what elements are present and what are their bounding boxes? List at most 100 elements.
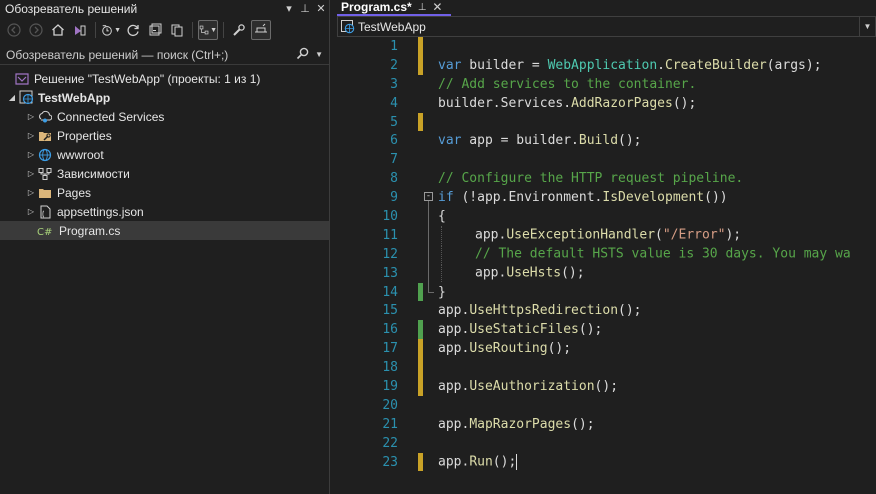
tab-program-cs[interactable]: Program.cs* ⊥ ✕ [337,0,447,14]
collapse-region-icon[interactable]: - [424,192,433,202]
window-position-dropdown-icon[interactable]: ▾ [281,2,297,15]
code-line[interactable]: 20 [337,396,876,415]
search-options-dropdown-icon[interactable]: ▼ [315,50,323,59]
collapsed-arrow-icon[interactable]: ▷ [25,150,37,159]
show-all-files-icon[interactable] [167,20,187,40]
outlining-margin [423,377,435,396]
code-line[interactable]: 4 builder.Services.AddRazorPages(); [337,94,876,113]
code-line[interactable]: 15 app.UseHttpsRedirection(); [337,301,876,320]
code-text: if (!app.Environment.IsDevelopment()) [435,190,728,205]
code-line[interactable]: 12 // The default HSTS value is 30 days. … [337,244,876,264]
code-line[interactable]: 21 app.MapRazorPages(); [337,415,876,434]
outlining-margin[interactable]: - [423,188,435,208]
search-icon[interactable] [296,47,309,63]
code-line[interactable]: 16 app.UseStaticFiles(); [337,320,876,340]
tree-item-dependencies[interactable]: ▷ Зависимости [0,164,329,183]
code-line[interactable]: 1 [337,37,876,56]
preview-selected-items-icon[interactable] [251,20,271,40]
tree-item-wwwroot[interactable]: ▷ wwwroot [0,145,329,164]
code-token: ); [725,227,742,243]
collapsed-arrow-icon[interactable]: ▷ [25,169,37,178]
tree-item-connected-services[interactable]: ▷ Connected Services [0,107,329,126]
project-navigation-dropdown[interactable]: TestWebApp ▼ [337,16,876,37]
solution-explorer-search-input[interactable]: Обозреватель решений — поиск (Ctrl+;) ▼ [0,45,329,65]
switch-views-icon[interactable] [70,20,90,40]
collapsed-arrow-icon[interactable]: ▷ [25,131,37,140]
code-line[interactable]: 5 [337,112,876,132]
toolbar-separator [192,22,193,38]
close-icon[interactable]: ✕ [313,2,329,15]
tab-close-icon[interactable]: ✕ [432,0,442,14]
outlining-margin [423,339,435,358]
code-text: app.UseHsts(); [435,264,585,283]
code-line[interactable]: 23 app.Run(); [337,452,876,472]
code-token: AddRazorPages [571,95,673,111]
code-line[interactable]: 19 app.UseAuthorization(); [337,377,876,396]
tree-item-solution[interactable]: Решение "TestWebApp" (проекты: 1 из 1) [0,69,329,88]
code-token: . [657,57,665,73]
code-token: builder.Services. [438,95,572,111]
code-token: app. [438,454,470,470]
tree-item-program-cs[interactable]: C# Program.cs [0,221,329,240]
code-text: var builder = WebApplication.CreateBuild… [435,58,822,73]
properties-wrench-icon[interactable] [229,20,249,40]
back-icon[interactable] [4,20,24,40]
code-line[interactable]: 7 [337,150,876,169]
collapse-all-icon[interactable] [145,20,165,40]
code-line[interactable]: 22 [337,434,876,453]
code-line[interactable]: 10 { [337,207,876,226]
collapsed-arrow-icon[interactable]: ▷ [25,207,37,216]
line-number: 8 [390,171,398,187]
code-area[interactable]: 1 2 var builder = WebApplication.CreateBui… [337,37,876,494]
code-line[interactable]: 3 // Add services to the container. [337,75,876,94]
outlining-margin [423,434,435,453]
tree-item-label: TestWebApp [38,90,111,105]
code-line[interactable]: 13 app.UseHsts(); [337,263,876,283]
code-token: (); [561,265,585,281]
tree-item-appsettings[interactable]: ▷ appsettings.json [0,202,329,221]
web-project-icon [341,19,355,34]
line-number: 21 [382,416,398,432]
code-token: // Add services to the container. [438,76,697,92]
code-line[interactable]: 11 app.UseExceptionHandler("/Error"); [337,225,876,245]
outlining-margin [423,131,435,150]
collapsed-arrow-icon[interactable]: ▷ [25,112,37,121]
code-token: app. [438,322,470,338]
code-token: ( [655,227,663,243]
web-project-icon [18,90,34,106]
code-line[interactable]: 2 var builder = WebApplication.CreateBuil… [337,55,876,75]
code-line[interactable]: 18 [337,358,876,378]
code-line[interactable]: 8 // Configure the HTTP request pipeline. [337,169,876,188]
code-line[interactable]: 9 - if (!app.Environment.IsDevelopment()) [337,188,876,208]
code-token: if [438,190,454,206]
code-token: UseHsts [506,265,562,281]
forward-icon[interactable] [26,20,46,40]
track-active-item-icon[interactable]: ▼ [198,20,218,40]
search-placeholder: Обозреватель решений — поиск (Ctrl+;) [6,47,229,62]
code-line[interactable]: 14} [337,282,876,302]
chevron-down-icon[interactable]: ▼ [859,17,875,36]
code-text: app.UseStaticFiles(); [435,322,602,337]
pin-icon[interactable]: ⊥ [297,2,313,15]
line-number: 22 [382,435,398,451]
code-token: IsDevelopment [602,190,705,206]
code-line[interactable]: 6 var app = builder.Build(); [337,131,876,150]
code-token: { [438,208,446,224]
tree-item-properties[interactable]: ▷ Properties [0,126,329,145]
home-icon[interactable] [48,20,68,40]
code-token: (); [594,378,619,394]
line-number: 1 [390,38,398,54]
code-line[interactable]: 17 app.UseRouting(); [337,339,876,359]
outlining-margin [423,225,435,245]
tree-item-pages[interactable]: ▷ Pages [0,183,329,202]
line-number: 3 [390,76,398,92]
properties-icon [37,128,53,144]
tab-pin-icon[interactable]: ⊥ [418,2,427,13]
code-token: app. [438,341,470,357]
collapsed-arrow-icon[interactable]: ▷ [25,188,37,197]
pending-changes-filter-icon[interactable]: ▼ [101,20,121,40]
tree-item-project[interactable]: ◢ TestWebApp [0,88,329,107]
expanded-arrow-icon[interactable]: ◢ [6,93,18,102]
indent-guide [441,245,475,264]
sync-icon[interactable] [123,20,143,40]
